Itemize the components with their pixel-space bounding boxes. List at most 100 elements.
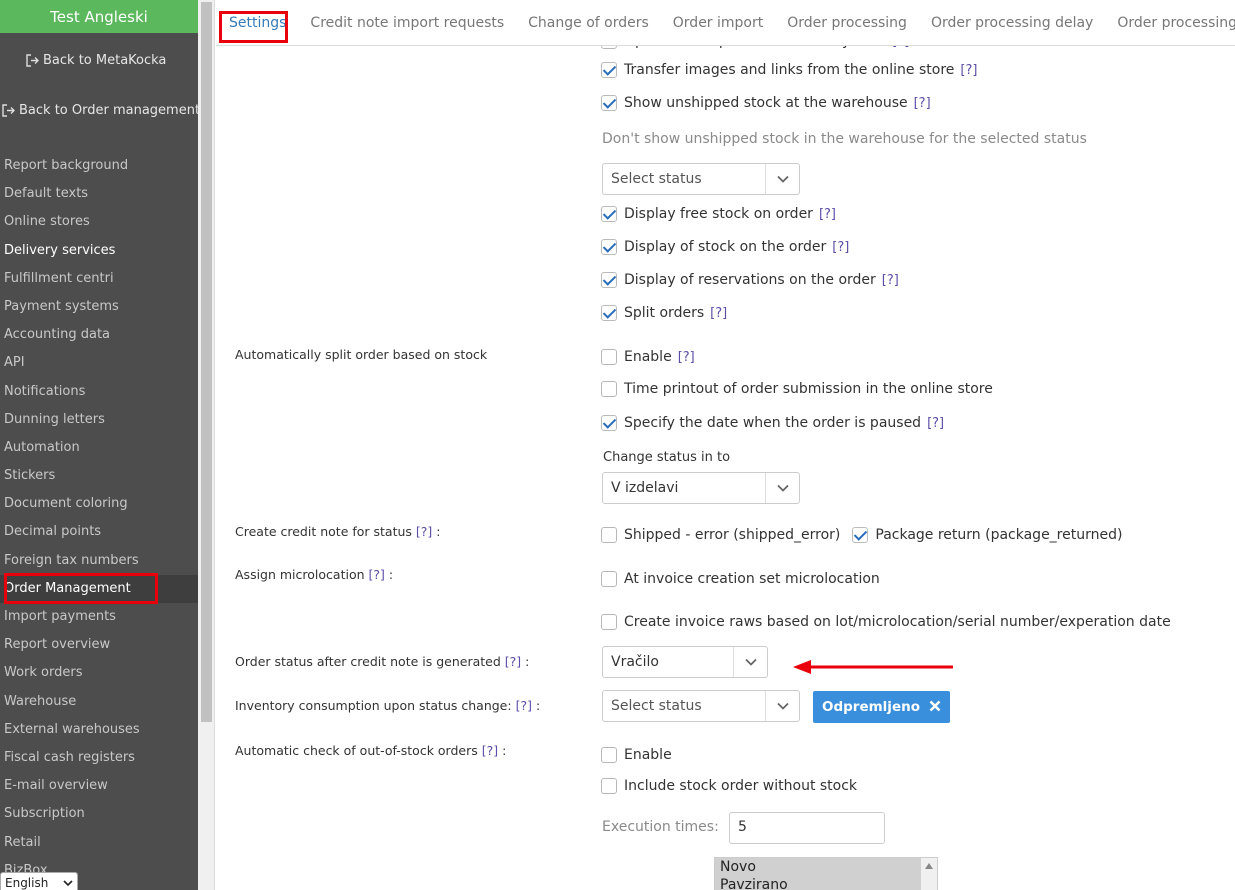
auto-check-label-row: Automatic check of out-of-stock orders [… — [235, 743, 507, 758]
inventory-status-select[interactable]: Select status — [602, 690, 800, 722]
reservations-row: Display of reservations on the order [?] — [601, 272, 899, 288]
sidebar-item-import-payments[interactable]: Import payments — [0, 603, 198, 631]
credit-note-label-row: Create credit note for status [?] : — [235, 524, 441, 539]
help-link[interactable]: [?] — [482, 743, 498, 758]
chevron-down-icon — [765, 164, 799, 194]
sign-out-icon — [2, 104, 15, 117]
reservations-checkbox[interactable] — [601, 272, 617, 288]
sidebar-item-subscription[interactable]: Subscription — [0, 800, 198, 828]
sidebar-scrollbar[interactable] — [198, 0, 215, 890]
sidebar-item-payment-systems[interactable]: Payment systems — [0, 293, 198, 321]
sidebar-item-external-warehouses[interactable]: External warehouses — [0, 716, 198, 744]
stock-on-order-checkbox[interactable] — [601, 239, 617, 255]
main-content: Settings Credit note import requests Cha… — [216, 0, 1235, 890]
listbox-scrollbar[interactable] — [921, 858, 937, 890]
stock-on-order-row: Display of stock on the order [?] — [601, 239, 849, 255]
tab-order-import[interactable]: Order import — [661, 0, 775, 46]
red-arrow-annotation — [793, 660, 953, 674]
sidebar-item-online-stores[interactable]: Online stores — [0, 208, 198, 236]
execution-times-label: Execution times: — [602, 819, 719, 835]
sidebar-item-stickers[interactable]: Stickers — [0, 462, 198, 490]
unshipped-status-select[interactable]: Select status — [602, 163, 800, 195]
sidebar-item-order-management[interactable]: Order Management — [0, 574, 198, 603]
auto-check-enable-checkbox[interactable] — [601, 747, 617, 763]
invoice-raws-label: Create invoice raws based on lot/microlo… — [624, 614, 1171, 630]
help-link[interactable]: [?] — [882, 273, 899, 288]
sidebar-item-decimal-points[interactable]: Decimal points — [0, 518, 198, 546]
select-value: Select status — [611, 171, 702, 187]
enable-split-label: Enable — [624, 349, 672, 365]
help-link[interactable]: [?] — [710, 306, 727, 321]
tab-credit-note-import-requests[interactable]: Credit note import requests — [298, 0, 516, 46]
auto-split-label: Automatically split order based on stock — [235, 347, 488, 362]
help-link[interactable]: [?] — [914, 96, 931, 111]
auto-check-label: Automatic check of out-of-stock orders — [235, 743, 478, 758]
sidebar-item-retail[interactable]: Retail — [0, 829, 198, 857]
execution-times-input[interactable]: 5 — [729, 812, 885, 844]
tab-settings[interactable]: Settings — [216, 0, 298, 46]
package-return-checkbox[interactable] — [852, 527, 869, 543]
help-link[interactable]: [?] — [416, 524, 432, 539]
transfer-images-label: Transfer images and links from the onlin… — [624, 62, 955, 78]
sidebar-item-work-orders[interactable]: Work orders — [0, 659, 198, 687]
invoice-raws-checkbox[interactable] — [601, 614, 617, 630]
shipped-error-label: Shipped - error (shipped_error) — [624, 527, 841, 543]
help-link[interactable]: [?] — [516, 698, 532, 713]
sidebar-item-document-coloring[interactable]: Document coloring — [0, 490, 198, 518]
tab-order-processing[interactable]: Order processing — [775, 0, 919, 46]
transfer-images-checkbox[interactable] — [601, 62, 617, 78]
sidebar-item-delivery-services[interactable]: Delivery services — [0, 237, 198, 265]
select-value: Vračilo — [611, 654, 659, 670]
scrollbar-thumb[interactable] — [201, 2, 212, 722]
chevron-down-icon — [765, 691, 799, 721]
split-orders-checkbox[interactable] — [601, 305, 617, 321]
sidebar-item-automation[interactable]: Automation — [0, 434, 198, 462]
credit-note-options-row: Shipped - error (shipped_error) Package … — [601, 527, 1122, 543]
specify-date-checkbox[interactable] — [601, 415, 617, 431]
chevron-down-icon — [733, 647, 767, 677]
sidebar-item-email-overview[interactable]: E-mail overview — [0, 772, 198, 800]
sidebar-item-default-texts[interactable]: Default texts — [0, 180, 198, 208]
order-status-after-select[interactable]: Vračilo — [602, 646, 768, 678]
sidebar-item-accounting-data[interactable]: Accounting data — [0, 321, 198, 349]
list-item[interactable]: Novo — [715, 858, 937, 876]
help-link[interactable]: [?] — [819, 207, 836, 222]
show-unshipped-row: Show unshipped stock at the warehouse [?… — [601, 95, 931, 111]
invoice-microlocation-checkbox[interactable] — [601, 571, 617, 587]
language-select[interactable]: English — [0, 872, 78, 890]
list-item[interactable]: Pavzirano — [715, 876, 937, 890]
sidebar-item-api[interactable]: API — [0, 349, 198, 377]
sidebar-item-report-overview[interactable]: Report overview — [0, 631, 198, 659]
close-icon[interactable] — [929, 697, 941, 717]
sidebar-item-fiscal-cash-registers[interactable]: Fiscal cash registers — [0, 744, 198, 772]
enable-split-checkbox[interactable] — [601, 349, 617, 365]
help-link[interactable]: [?] — [505, 654, 521, 669]
help-link[interactable]: [?] — [927, 416, 944, 431]
sidebar-item-warehouse[interactable]: Warehouse — [0, 688, 198, 716]
sidebar-item-foreign-tax-numbers[interactable]: Foreign tax numbers — [0, 547, 198, 575]
help-link[interactable]: [?] — [832, 240, 849, 255]
invoice-microlocation-label: At invoice creation set microlocation — [624, 571, 880, 587]
time-printout-checkbox[interactable] — [601, 381, 617, 397]
help-link[interactable]: [?] — [960, 63, 977, 78]
include-stock-checkbox[interactable] — [601, 778, 617, 794]
dont-show-unshipped-label: Don't show unshipped stock in the wareho… — [602, 131, 1087, 147]
shipped-error-checkbox[interactable] — [601, 527, 617, 543]
sidebar-item-report-background[interactable]: Report background — [0, 152, 198, 180]
language-value: English — [5, 876, 49, 890]
back-to-metakocka-link[interactable]: Back to MetaKocka — [26, 53, 166, 68]
sidebar-item-fulfillment-centri[interactable]: Fulfillment centri — [0, 265, 198, 293]
status-listbox[interactable]: Novo Pavzirano — [714, 857, 938, 890]
change-status-select[interactable]: V izdelavi — [602, 472, 800, 504]
tab-change-of-orders[interactable]: Change of orders — [516, 0, 661, 46]
free-stock-checkbox[interactable] — [601, 206, 617, 222]
tab-order-processing-automation[interactable]: Order processing - automation — [1105, 0, 1235, 46]
back-to-order-management-label: Back to Order management — [19, 103, 198, 118]
help-link[interactable]: [?] — [678, 350, 695, 365]
sidebar-item-dunning-letters[interactable]: Dunning letters — [0, 406, 198, 434]
sidebar-item-notifications[interactable]: Notifications — [0, 378, 198, 406]
tab-order-processing-delay[interactable]: Order processing delay — [919, 0, 1105, 46]
show-unshipped-checkbox[interactable] — [601, 95, 617, 111]
back-to-order-management-link[interactable]: Back to Order management — [2, 103, 198, 118]
help-link[interactable]: [?] — [369, 567, 385, 582]
